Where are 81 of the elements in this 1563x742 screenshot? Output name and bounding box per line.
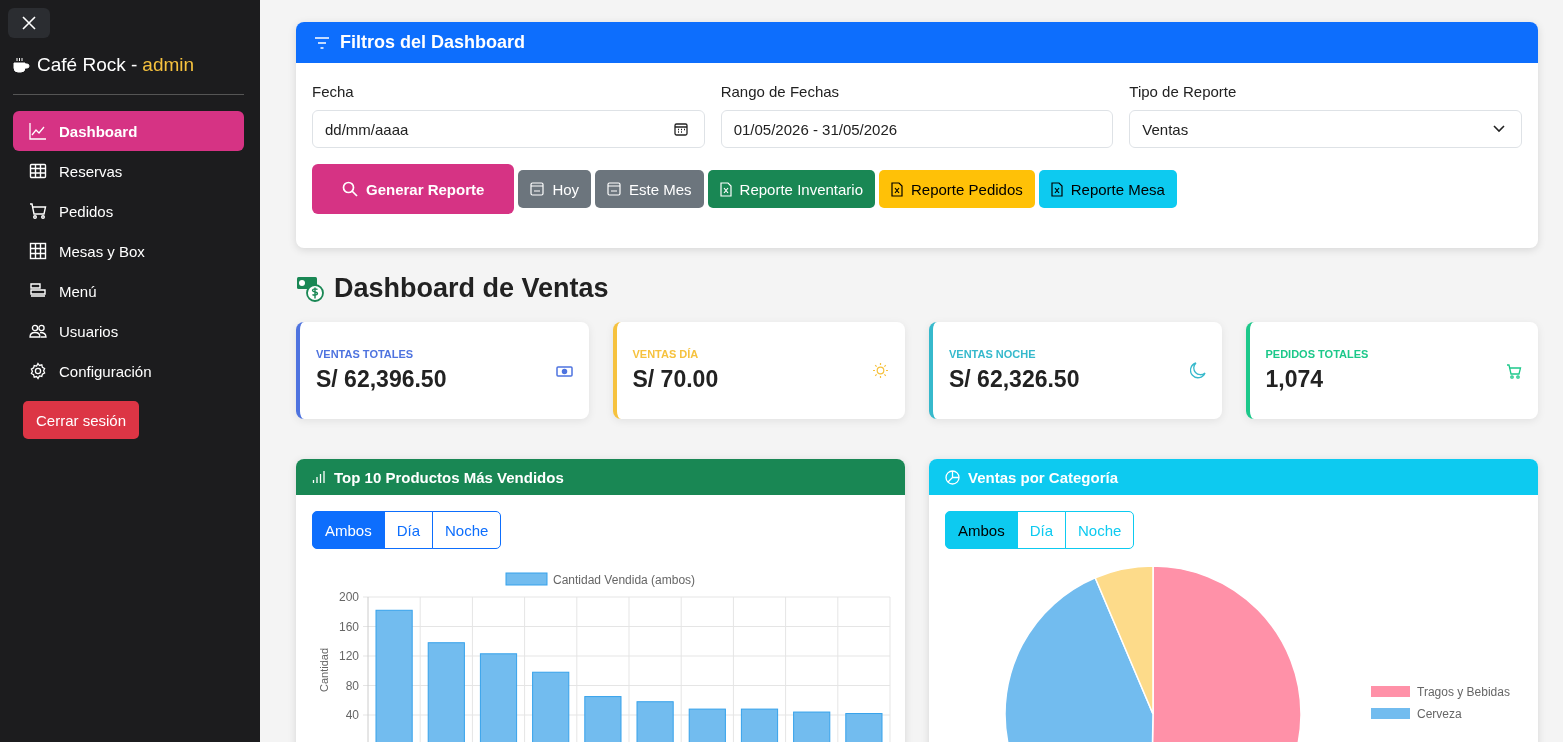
moon-icon: [1189, 362, 1206, 379]
report-button[interactable]: Reporte Pedidos: [879, 170, 1035, 208]
axis-tick-label: 80: [345, 678, 359, 693]
spreadsheet-file-icon: [891, 181, 903, 197]
card-title: Filtros del Dashboard: [340, 32, 526, 53]
close-button[interactable]: [8, 8, 50, 38]
stat-label: VENTAS TOTALES: [316, 348, 415, 360]
calendar-icon: [607, 182, 622, 196]
sun-icon: [872, 362, 889, 379]
toggle-button[interactable]: Noche: [432, 511, 502, 549]
report-button[interactable]: Reporte Mesa: [1038, 170, 1177, 208]
stat-value: S/ 70.00: [632, 366, 719, 393]
date-field[interactable]: dd/mm/aaaa: [312, 110, 705, 148]
toggle-button[interactable]: Ambos: [312, 511, 385, 549]
nav-item[interactable]: Menú: [13, 271, 244, 311]
nav-item[interactable]: Dashboard: [13, 111, 244, 151]
calendar-icon: [673, 122, 688, 136]
stat-label: VENTAS NOCHE: [949, 348, 1037, 360]
chart-bar: [636, 701, 674, 742]
report-button[interactable]: Este Mes: [595, 170, 704, 208]
report-button[interactable]: Reporte Inventario: [707, 170, 875, 208]
stat-value: S/ 62,326.50: [949, 366, 1080, 393]
nav-item[interactable]: Pedidos: [13, 191, 244, 231]
cash-icon: [555, 364, 573, 377]
card-title: Top 10 Productos Más Vendidos: [334, 468, 564, 486]
brand-name: Café Rock -: [37, 54, 138, 76]
search-icon: [342, 181, 358, 197]
axis-tick-label: 200: [338, 590, 359, 604]
stat-label: PEDIDOS TOTALES: [1265, 348, 1369, 360]
stat-value: 1,074: [1265, 366, 1325, 393]
chart-bar: [688, 708, 726, 742]
legend-label: Cantidad Vendida (ambos): [553, 572, 696, 587]
money-icon: [296, 274, 326, 303]
bar-chart-icon: [312, 470, 326, 484]
stat-label: VENTAS DÍA: [632, 348, 700, 360]
toggle-button[interactable]: Día: [383, 511, 434, 549]
card-title: Ventas por Categoría: [968, 468, 1119, 486]
spreadsheet-file-icon: [719, 181, 732, 197]
date-range-field[interactable]: 01/05/2026 - 31/05/2026: [720, 110, 1114, 148]
cart-icon: [29, 202, 47, 220]
field-label: Tipo de Reporte: [1129, 83, 1238, 100]
user-role: admin: [142, 54, 195, 76]
field-label: Rango de Fechas: [720, 83, 841, 100]
axis-tick-label: 120: [338, 649, 359, 663]
logout-button[interactable]: Cerrar sesión: [23, 401, 140, 439]
page-heading: Dashboard de Ventas: [334, 273, 609, 304]
field-label: Fecha: [312, 83, 355, 100]
chart-legend: Cantidad Vendida (ambos): [505, 572, 696, 587]
chart-bar: [845, 713, 883, 742]
chart-bar: [793, 711, 831, 742]
nav-item[interactable]: Configuración: [13, 351, 244, 391]
filter-icon: [314, 35, 330, 50]
chart-bar: [584, 696, 622, 742]
line-chart-icon: [29, 122, 47, 140]
report-type-select[interactable]: Ventas: [1129, 110, 1522, 148]
nav-item[interactable]: Reservas: [13, 151, 244, 191]
legend-label: Tragos y Bebidas: [1417, 685, 1510, 699]
spreadsheet-file-icon: [1050, 181, 1063, 197]
users-icon: [29, 322, 47, 340]
nav-item[interactable]: Mesas y Box: [13, 231, 244, 271]
grid-icon: [29, 242, 47, 260]
axis-tick-label: 40: [345, 708, 359, 722]
chart-bar: [532, 671, 570, 742]
stat-value: S/ 62,396.50: [316, 366, 447, 393]
cart-icon: [1506, 362, 1522, 379]
chevron-down-icon: [1493, 125, 1505, 133]
close-icon: [21, 15, 37, 31]
coffee-cup-icon: [12, 56, 30, 74]
generate-report-button[interactable]: Generar Reporte: [312, 164, 515, 214]
pie-chart-icon: [945, 469, 960, 485]
toggle-button[interactable]: Ambos: [945, 511, 1018, 549]
report-button[interactable]: Hoy: [518, 170, 592, 208]
table-icon: [29, 162, 47, 180]
calendar-icon: [530, 182, 545, 196]
settings-icon: [29, 362, 47, 380]
axis-title: Cantidad: [318, 648, 330, 692]
axis-tick-label: 160: [338, 619, 359, 634]
nav-item[interactable]: Usuarios: [13, 311, 244, 351]
legend-label: Cerveza: [1417, 707, 1462, 721]
menu-card-icon: [29, 282, 47, 300]
chart-bar: [740, 708, 779, 742]
